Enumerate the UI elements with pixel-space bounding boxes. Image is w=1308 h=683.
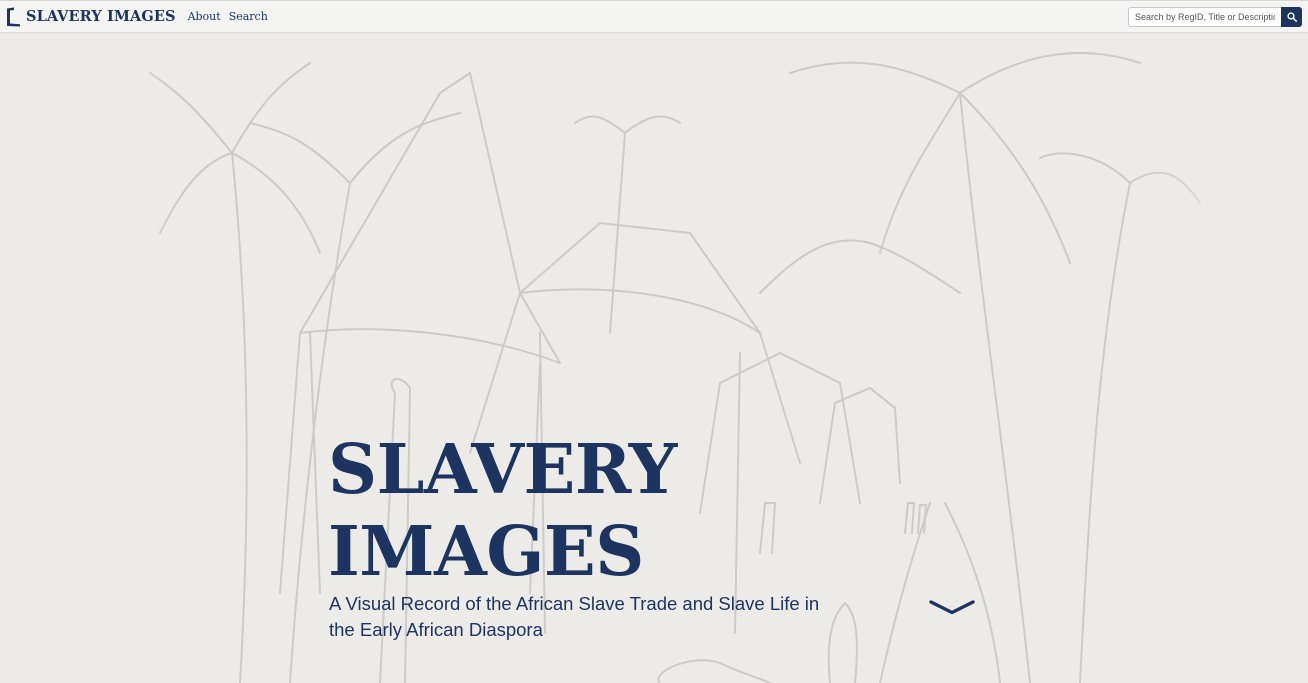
hero-title-line2: IMAGES xyxy=(328,512,644,592)
hero-title-line1: SLAVERY xyxy=(328,430,677,510)
search-form xyxy=(1128,7,1302,27)
hero-title: SLAVERY IMAGES xyxy=(328,429,828,593)
scroll-down-button[interactable] xyxy=(929,600,975,616)
nav-link-search[interactable]: Search xyxy=(229,10,268,23)
hero-subtitle: A Visual Record of the African Slave Tra… xyxy=(329,593,820,640)
top-navbar: SLAVERY IMAGES About Search xyxy=(0,0,1308,33)
search-button[interactable] xyxy=(1281,7,1302,27)
nav-link-about[interactable]: About xyxy=(188,10,221,23)
brand-home-link[interactable]: SLAVERY IMAGES xyxy=(6,1,176,32)
search-input[interactable] xyxy=(1128,7,1281,27)
chevron-down-icon xyxy=(929,600,975,615)
hero-banner: SLAVERY IMAGES A Visual Record of the Af… xyxy=(0,33,1308,683)
brand-logo-icon xyxy=(7,7,20,26)
brand-title: SLAVERY IMAGES xyxy=(26,8,176,25)
magnifier-icon xyxy=(1286,12,1297,22)
